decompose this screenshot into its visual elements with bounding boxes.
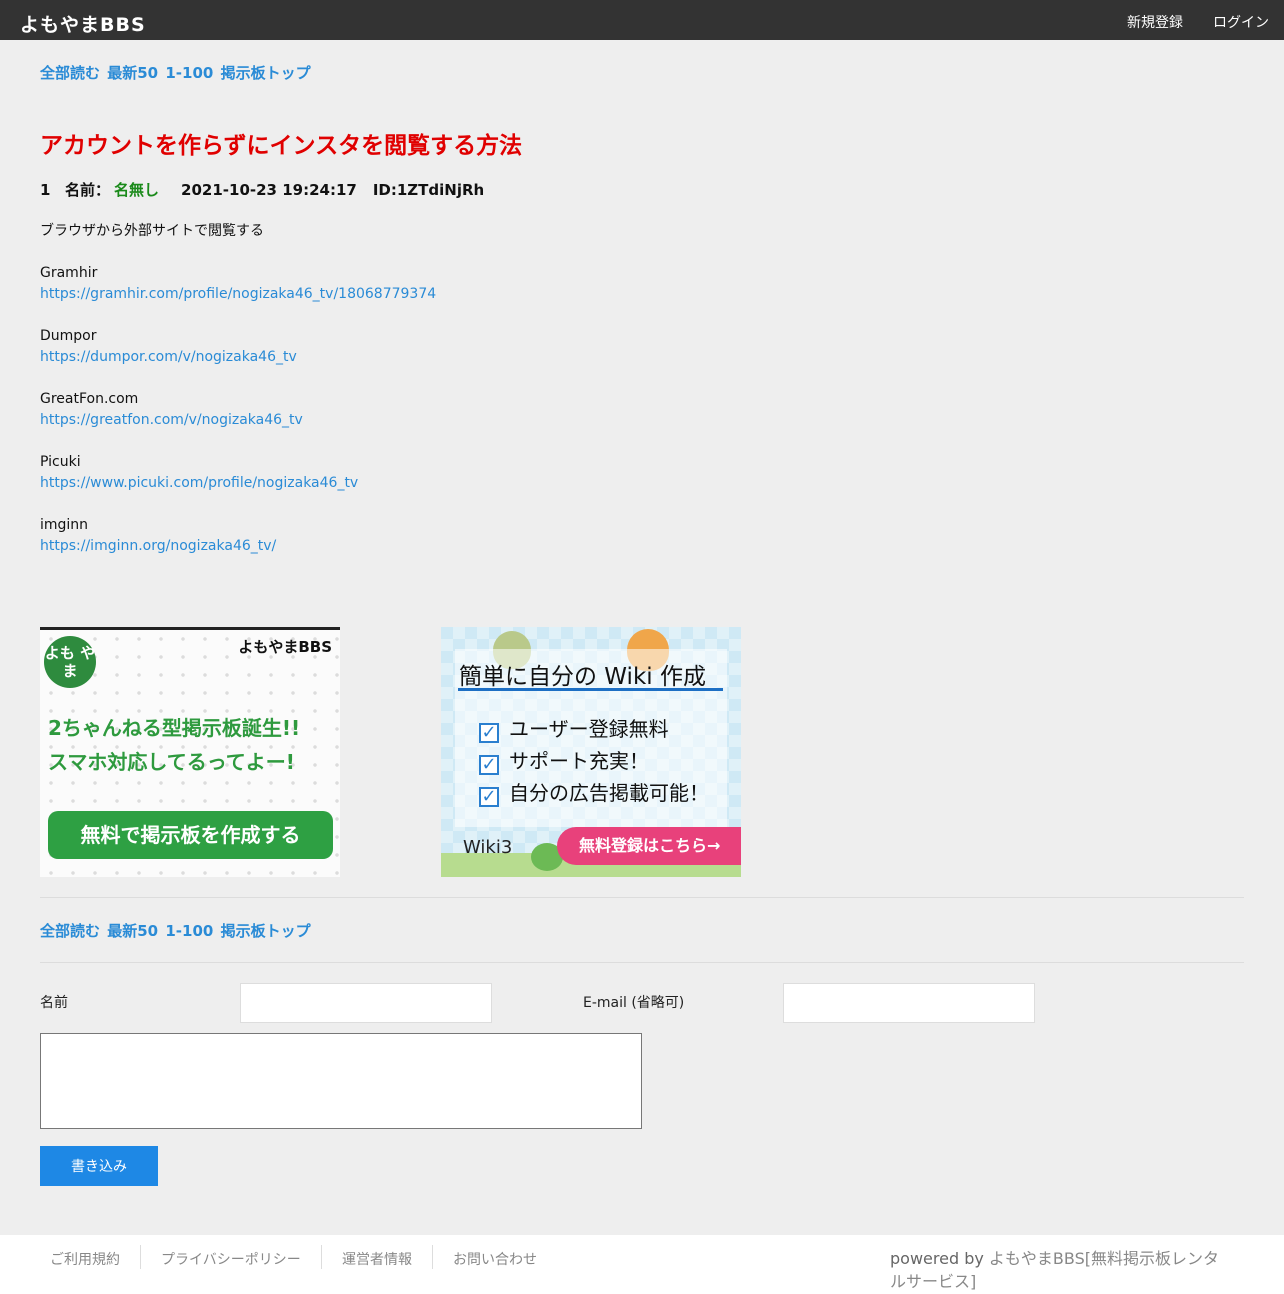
bbs-ad-headline: 2ちゃんねる型掲示板誕生!! (48, 716, 301, 740)
footer-divider (140, 1245, 141, 1269)
register-link[interactable]: 新規登録 (1127, 12, 1183, 32)
top-bar: よもやまBBS 新規登録 ログイン (0, 0, 1284, 40)
site-url-link[interactable]: https://gramhir.com/profile/nogizaka46_t… (40, 286, 436, 302)
post-body: ブラウザから外部サイトで閲覧する Gramhir https://gramhir… (40, 221, 436, 557)
wiki-ad-feature: ✓ サポート充実！ (479, 745, 649, 775)
name-label: 名前： (65, 181, 111, 199)
range-link[interactable]: 1-100 (165, 922, 213, 940)
powered-by-label: powered by (890, 1249, 984, 1268)
site-name: imginn (40, 517, 89, 533)
site-name: GreatFon.com (40, 391, 139, 407)
poster-name: 名無し (114, 181, 160, 199)
name-field-label: 名前 (40, 995, 68, 1011)
board-top-link[interactable]: 掲示板トップ (221, 64, 311, 82)
site-url-link[interactable]: https://imginn.org/nogizaka46_tv/ (40, 538, 276, 554)
bbs-ad-subheadline: スマホ対応してるってよー! (48, 750, 295, 774)
checkmark-icon: ✓ (479, 755, 499, 775)
footer: ご利用規約 プライバシーポリシー 運営者情報 お問い合わせ powered by… (0, 1235, 1284, 1294)
latest50-link[interactable]: 最新50 (107, 64, 158, 82)
post-header: 1 名前： 名無し 2021-10-23 19:24:17 ID:1ZTdiNjRh (40, 179, 484, 200)
site-url-link[interactable]: https://www.picuki.com/profile/nogizaka4… (40, 475, 358, 491)
footer-divider (321, 1245, 322, 1269)
thread-nav-top: 全部読む 最新50 1-100 掲示板トップ (40, 62, 313, 83)
wiki-ad-cta[interactable]: 無料登録はこちら→ (557, 827, 741, 865)
thread-nav-bottom: 全部読む 最新50 1-100 掲示板トップ (40, 920, 313, 941)
site-url-link[interactable]: https://dumpor.com/v/nogizaka46_tv (40, 349, 297, 365)
post-datetime: 2021-10-23 19:24:17 (181, 181, 357, 199)
name-field[interactable] (240, 983, 492, 1023)
bbs-ad-banner[interactable]: よも やま よもやまBBS 2ちゃんねる型掲示板誕生!! スマホ対応してるってよ… (40, 627, 340, 877)
submit-button[interactable]: 書き込み (40, 1146, 158, 1186)
bbs-ad-badge: よも やま (44, 636, 96, 688)
wiki-ad-title: 簡単に自分の Wiki 作成 (459, 664, 706, 690)
site-name: Picuki (40, 454, 81, 470)
site-logo[interactable]: よもやまBBS (20, 10, 146, 37)
terms-link[interactable]: ご利用規約 (50, 1249, 120, 1269)
footer-divider (432, 1245, 433, 1269)
latest50-link[interactable]: 最新50 (107, 922, 158, 940)
privacy-link[interactable]: プライバシーポリシー (161, 1249, 301, 1269)
site-name: Dumpor (40, 328, 97, 344)
thread-title: アカウントを作らずにインスタを閲覧する方法 (40, 133, 523, 159)
range-link[interactable]: 1-100 (165, 64, 213, 82)
read-all-link[interactable]: 全部読む (40, 922, 100, 940)
post-intro: ブラウザから外部サイトで閲覧する (40, 223, 264, 239)
wiki-ad-feature: ✓ ユーザー登録無料 (479, 713, 669, 743)
wiki-ad-banner[interactable]: 簡単に自分の Wiki 作成 ✓ ユーザー登録無料 ✓ サポート充実！ ✓ 自分の広告… (441, 627, 741, 877)
operator-link[interactable]: 運営者情報 (342, 1249, 412, 1269)
post-number: 1 (40, 181, 51, 199)
login-link[interactable]: ログイン (1213, 12, 1269, 32)
checkmark-icon: ✓ (479, 787, 499, 807)
email-field[interactable] (783, 983, 1035, 1023)
wiki-ad-brand: Wiki3 (463, 837, 513, 858)
message-textarea[interactable] (40, 1033, 642, 1129)
site-url-link[interactable]: https://greatfon.com/v/nogizaka46_tv (40, 412, 303, 428)
read-all-link[interactable]: 全部読む (40, 64, 100, 82)
bbs-ad-brand: よもやまBBS (238, 638, 332, 656)
bbs-ad-cta[interactable]: 無料で掲示板を作成する (48, 811, 333, 859)
divider (40, 962, 1244, 963)
email-field-label: E-mail (省略可) (583, 995, 685, 1011)
checkmark-icon: ✓ (479, 723, 499, 743)
powered-by: powered by よもやまBBS[無料掲示板レンタルサービス] (890, 1247, 1220, 1293)
site-name: Gramhir (40, 265, 98, 281)
board-top-link[interactable]: 掲示板トップ (221, 922, 311, 940)
wiki-ad-feature: ✓ 自分の広告掲載可能！ (479, 777, 709, 807)
divider (40, 897, 1244, 898)
poster-id: ID:1ZTdiNjRh (372, 181, 485, 199)
contact-link[interactable]: お問い合わせ (453, 1249, 537, 1269)
